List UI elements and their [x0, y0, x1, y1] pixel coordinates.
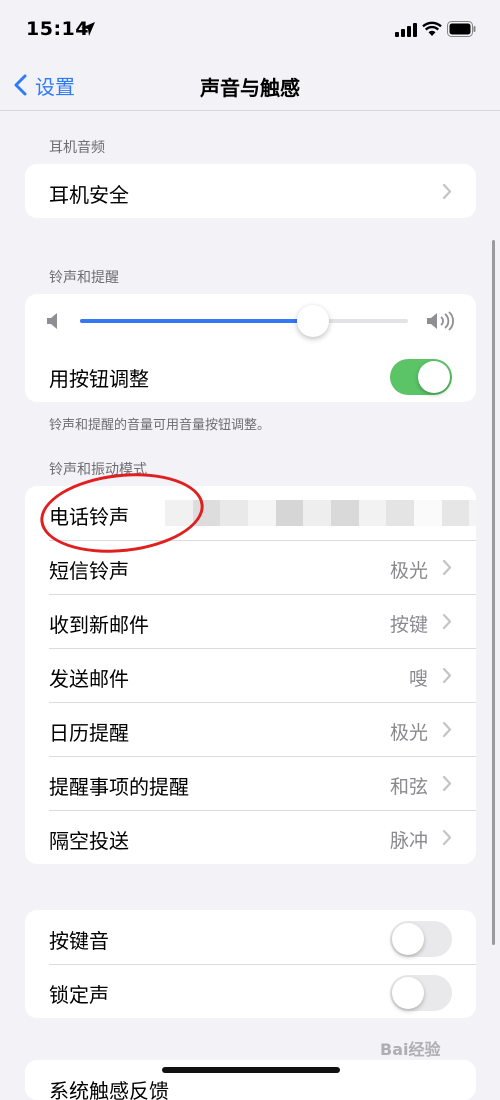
chevron-right-icon [442, 775, 452, 792]
section-footer-ringer: 铃声和提醒的音量可用音量按钮调整。 [49, 418, 271, 433]
home-indicator [162, 1067, 340, 1073]
wifi-icon [422, 21, 442, 36]
row-keyboard-clicks: 按键音 [25, 910, 476, 964]
section-header-headphone: 耳机音频 [49, 140, 105, 156]
chevron-right-icon [442, 183, 452, 200]
row-adjust-with-buttons: 用按钮调整 [25, 348, 476, 402]
adjust-with-buttons-toggle[interactable] [390, 359, 452, 395]
row-label: 系统触感反馈 [49, 1079, 169, 1100]
row-lock-sound: 锁定声 [25, 964, 476, 1018]
row-label: 短信铃声 [49, 559, 129, 583]
scrollbar[interactable] [492, 240, 495, 945]
row-value: 极光 [389, 722, 428, 744]
row-airdrop[interactable]: 隔空投送 脉冲 [25, 810, 476, 864]
row-label: 日历提醒 [49, 721, 129, 745]
clicks-group: 按键音 锁定声 [25, 910, 476, 1018]
cellular-signal-icon [395, 23, 417, 37]
section-header-ringer: 铃声和提醒 [49, 270, 119, 286]
row-calendar-alerts[interactable]: 日历提醒 极光 [25, 702, 476, 756]
row-label: 提醒事项的提醒 [49, 775, 189, 799]
ringer-volume-slider[interactable] [25, 294, 476, 348]
row-sent-mail[interactable]: 发送邮件 嗖 [25, 648, 476, 702]
keyboard-clicks-toggle[interactable] [390, 921, 452, 957]
speaker-low-icon [47, 313, 57, 329]
row-label: 收到新邮件 [49, 613, 149, 637]
chevron-right-icon [442, 721, 452, 738]
row-value: 和弦 [389, 776, 428, 798]
speaker-high-icon [427, 311, 454, 331]
slider-track[interactable] [80, 305, 408, 337]
row-reminder-alerts[interactable]: 提醒事项的提醒 和弦 [25, 756, 476, 810]
row-label: 隔空投送 [49, 829, 129, 853]
row-new-mail[interactable]: 收到新邮件 按键 [25, 594, 476, 648]
chevron-right-icon [442, 559, 452, 576]
battery-icon [447, 21, 476, 37]
row-system-haptics[interactable]: 系统触感反馈 [25, 1060, 476, 1100]
slider-thumb[interactable] [296, 305, 329, 337]
chevron-right-icon [442, 667, 452, 684]
toggle-knob [392, 923, 424, 955]
row-label: 锁定声 [49, 983, 109, 1007]
row-label: 发送邮件 [49, 667, 129, 691]
headphone-group: 耳机安全 [25, 164, 476, 218]
ringer-group: 用按钮调整 [25, 294, 476, 402]
toggle-knob [418, 361, 450, 393]
lock-sound-toggle[interactable] [390, 975, 452, 1011]
slider-fill [80, 319, 313, 323]
chevron-right-icon [442, 829, 452, 846]
row-value: 脉冲 [389, 830, 428, 852]
row-label: 按键音 [49, 929, 109, 953]
status-bar: 15:14 [0, 0, 500, 60]
row-headphone-safety[interactable]: 耳机安全 [25, 164, 476, 218]
page-title: 声音与触感 [200, 76, 300, 100]
pixelated-value [165, 500, 476, 526]
row-label: 耳机安全 [49, 183, 129, 207]
row-value: 极光 [389, 560, 428, 582]
haptics-group: 系统触感反馈 [25, 1060, 476, 1100]
watermark: Bai经验 [380, 1040, 441, 1059]
row-value: 嗖 [408, 668, 428, 690]
chevron-right-icon [442, 613, 452, 630]
row-label: 用按钮调整 [49, 367, 149, 391]
location-arrow-icon [81, 22, 95, 36]
toggle-knob [392, 977, 424, 1009]
row-value: 按键 [389, 614, 428, 636]
navigation-bar: 设置 声音与触感 [0, 60, 500, 111]
